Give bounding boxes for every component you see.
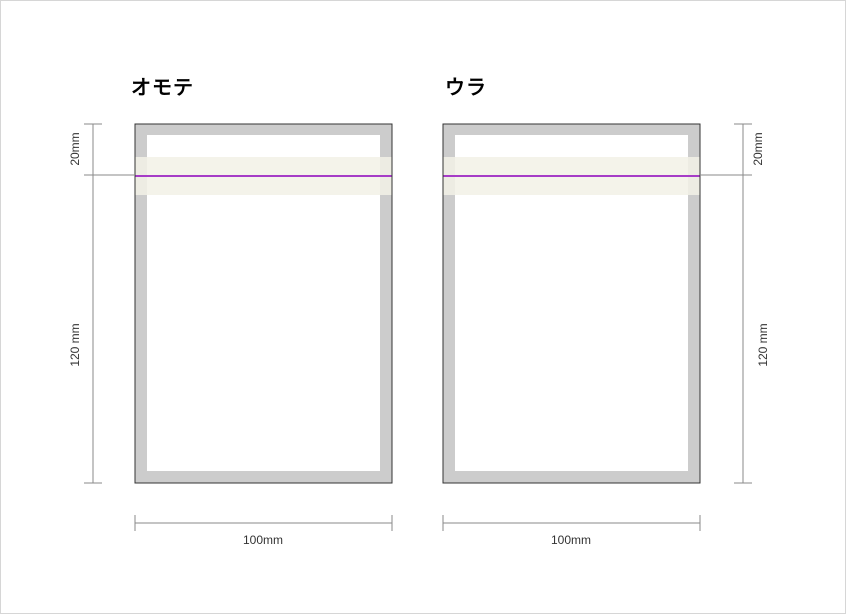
left-height-label: 120 mm [68,323,82,366]
left-top-band-label: 20mm [68,132,82,165]
sleeve-diagram-page: オモテ ウラ 20mm 120 mm 20mm 120 mm 100mm 100… [0,0,846,614]
front-width-label: 100mm [243,533,283,547]
right-height-label: 120 mm [756,323,770,366]
left-dimension-lines [84,123,135,484]
back-panel [442,123,701,484]
diagram-canvas: 20mm 120 mm 20mm 120 mm 100mm 100mm [68,123,770,547]
right-dimension-lines [700,123,752,484]
back-width-dimension [442,515,701,531]
front-panel [134,123,393,484]
right-top-band-label: 20mm [751,132,765,165]
front-width-dimension [134,515,393,531]
back-width-label: 100mm [551,533,591,547]
